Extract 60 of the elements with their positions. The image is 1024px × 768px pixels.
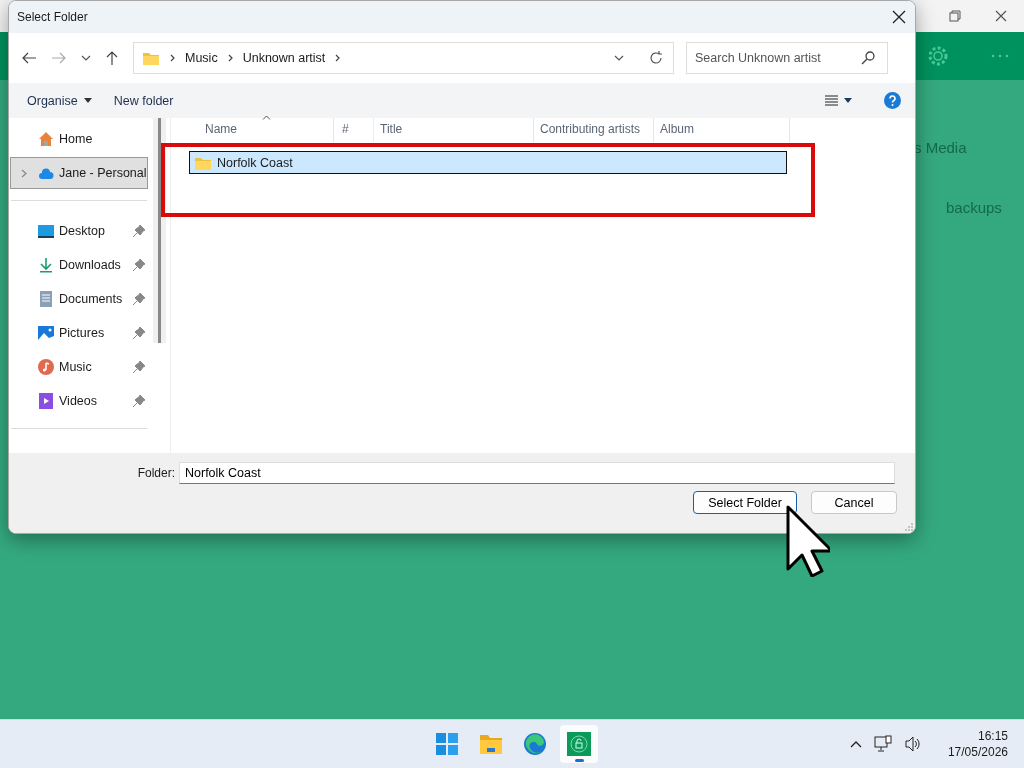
sidebar-item[interactable]: Videos	[10, 385, 148, 417]
chevron-right-icon[interactable]	[226, 54, 234, 62]
taskbar-button[interactable]	[560, 725, 598, 763]
speaker-icon[interactable]	[903, 736, 922, 752]
window-title: Select Folder	[17, 10, 88, 24]
breadcrumb[interactable]: Unknown artist	[242, 51, 326, 65]
caret-down-icon	[83, 98, 92, 103]
network-icon[interactable]	[873, 735, 892, 753]
search-field[interactable]: Search Unknown artist	[686, 42, 888, 74]
chevron-up-icon[interactable]	[849, 740, 862, 748]
close-icon[interactable]	[892, 10, 906, 24]
chevron-down-icon[interactable]	[614, 55, 624, 61]
clock-time[interactable]: 16:15	[947, 728, 1008, 744]
monitor-icon	[38, 223, 54, 239]
film-icon	[38, 393, 54, 409]
resize-grip-icon	[905, 523, 913, 531]
sidebar-item[interactable]: Jane - Personal	[10, 157, 148, 189]
restore-icon[interactable]	[949, 10, 961, 22]
sidebar-item[interactable]: Music	[10, 351, 148, 383]
sidebar-item[interactable]: Pictures	[10, 317, 148, 349]
organise-menu-button[interactable]: Organise	[19, 93, 100, 108]
browser-icon	[522, 731, 548, 757]
music-note-icon	[38, 359, 54, 375]
chevron-down-icon[interactable]	[81, 55, 91, 61]
help-icon[interactable]	[884, 92, 901, 109]
list-view-icon	[825, 94, 838, 107]
refresh-icon[interactable]	[649, 51, 663, 65]
sidebar-item[interactable]: Desktop	[10, 215, 148, 247]
cancel-button[interactable]: Cancel	[811, 491, 897, 514]
folder-row[interactable]: Norfolk Coast	[189, 151, 787, 174]
home-icon	[38, 131, 54, 147]
cloud-icon	[38, 165, 54, 181]
clock-date[interactable]: 17/05/2026	[947, 744, 1008, 760]
windows-logo-icon	[434, 731, 460, 757]
download-icon	[38, 257, 54, 273]
address-bar[interactable]: Music Unknown artist	[133, 42, 674, 74]
column-header[interactable]: Contributing artists	[534, 118, 654, 142]
sidebar-item[interactable]: Downloads	[10, 249, 148, 281]
chevron-right-icon[interactable]	[334, 54, 342, 62]
search-icon[interactable]	[861, 51, 875, 65]
chevron-right-icon	[169, 54, 176, 62]
column-header[interactable]: Name	[171, 118, 334, 142]
back-arrow-icon[interactable]	[21, 51, 37, 65]
up-arrow-icon[interactable]	[105, 50, 119, 66]
breadcrumb[interactable]: Music	[185, 51, 218, 65]
column-header[interactable]: Album	[654, 118, 790, 142]
caret-down-icon	[844, 98, 852, 103]
folder-name-field[interactable]: Norfolk Coast	[179, 462, 895, 484]
picture-icon	[38, 325, 54, 341]
select-folder-button[interactable]: Select Folder	[693, 491, 797, 514]
column-header[interactable]: Title	[374, 118, 534, 142]
new-folder-button[interactable]: New folder	[105, 93, 182, 108]
folder-icon	[142, 50, 160, 66]
sidebar-item[interactable]: Documents	[10, 283, 148, 315]
close-icon[interactable]	[995, 10, 1007, 22]
lock-app-icon	[566, 731, 592, 757]
sidebar-item[interactable]: Home	[10, 123, 148, 155]
field-label: Folder:	[137, 466, 175, 480]
column-header[interactable]: #	[334, 118, 374, 142]
document-icon	[38, 291, 54, 307]
